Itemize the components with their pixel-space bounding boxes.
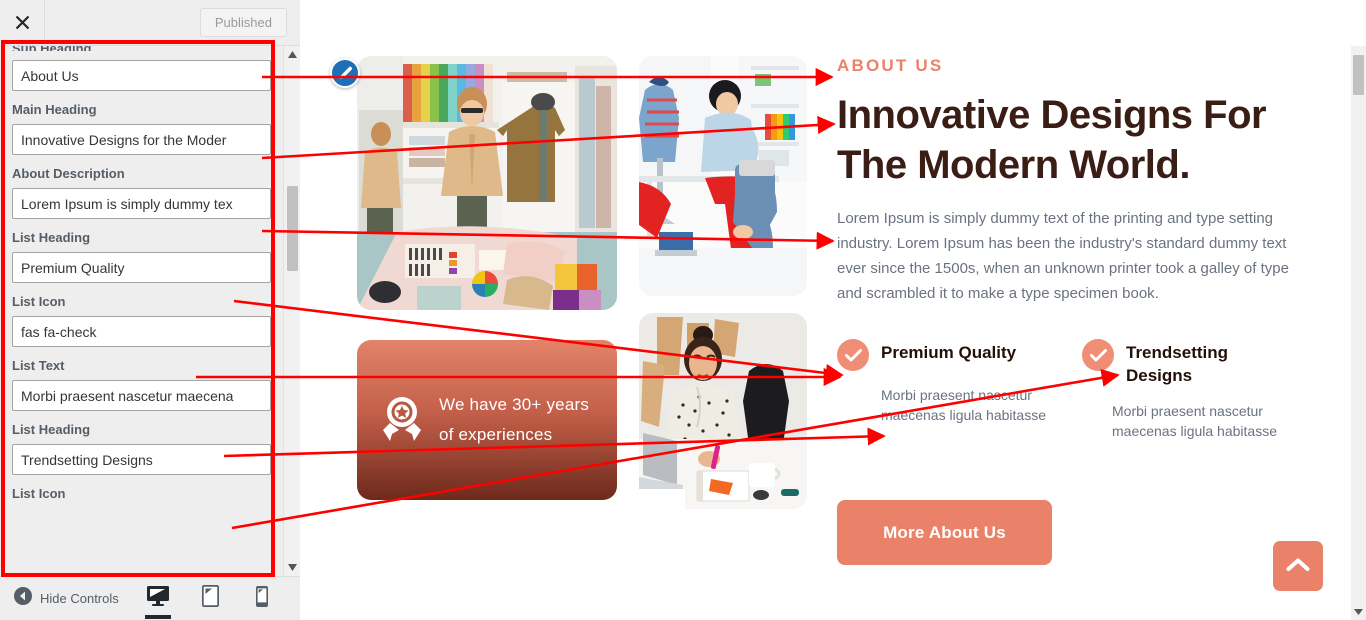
published-button[interactable]: Published (199, 8, 287, 37)
experience-badge-line1: We have 30+ years (439, 395, 590, 414)
feature-1-text: Morbi praesent nascetur maecenas ligula … (881, 387, 1046, 423)
feature-item-1: Premium Quality Morbi praesent nascetur … (837, 339, 1052, 441)
main-heading-label: Main Heading (12, 102, 97, 117)
experience-badge-line2: of experiences (439, 425, 553, 444)
customizer-scroll-area[interactable]: Sub Heading Main Heading About Descripti… (0, 46, 283, 576)
page-title: Innovative Designs For The Modern World. (837, 93, 1267, 187)
check-circle-icon (1082, 339, 1114, 371)
sub-heading-input[interactable] (12, 60, 271, 91)
mobile-icon (256, 585, 268, 612)
chevron-up-icon (1286, 557, 1310, 576)
page-scrollbar-cap (1351, 0, 1366, 46)
pencil-edit-icon[interactable] (330, 58, 360, 88)
hide-controls-label: Hide Controls (40, 591, 119, 606)
customizer-panel: Published Sub Heading Main Heading About… (0, 0, 300, 620)
list-icon-1-input[interactable] (12, 316, 271, 347)
back-to-top-button[interactable] (1273, 541, 1323, 591)
feature-2-title: Trendsetting Designs (1126, 343, 1229, 385)
check-circle-icon (837, 339, 869, 371)
award-ribbon-icon (381, 395, 423, 446)
device-tablet-button[interactable] (194, 579, 226, 619)
collapse-arrow-icon (14, 587, 32, 610)
list-heading-2-input[interactable] (12, 444, 271, 475)
customizer-bottombar: Hide Controls (0, 576, 300, 620)
customizer-fields: Sub Heading Main Heading About Descripti… (0, 46, 283, 502)
page-scrollbar-thumb[interactable] (1353, 55, 1364, 95)
feature-item-2: Trendsetting Designs Morbi praesent nasc… (1082, 339, 1297, 441)
about-image-3 (639, 313, 807, 509)
feature-1-title: Premium Quality (881, 343, 1017, 362)
close-icon[interactable] (0, 0, 45, 45)
page-scrollbar[interactable] (1351, 0, 1366, 620)
feature-2-header: Trendsetting Designs (1082, 339, 1297, 387)
scroll-up-arrow-icon[interactable] (284, 46, 301, 63)
scroll-down-arrow-icon[interactable] (284, 559, 301, 576)
experience-badge-card: We have 30+ years of experiences (357, 340, 617, 500)
site-preview: We have 30+ years of experiences ABOUT U… (301, 0, 1351, 620)
list-heading-1-label: List Heading (12, 230, 91, 245)
customizer-scrollbar[interactable] (283, 46, 300, 576)
section-eyebrow: ABOUT US (837, 56, 944, 75)
about-description-input[interactable] (12, 188, 271, 219)
list-heading-2-label: List Heading (12, 422, 91, 437)
customizer-scrollbar-thumb[interactable] (287, 186, 298, 271)
about-description-label: About Description (12, 166, 125, 181)
tablet-icon (201, 584, 219, 612)
screen-root: Published Sub Heading Main Heading About… (0, 0, 1366, 620)
about-content: ABOUT US Innovative Designs For The Mode… (837, 56, 1317, 441)
desktop-icon (147, 586, 169, 611)
about-image-1 (357, 56, 617, 310)
feature-list: Premium Quality Morbi praesent nascetur … (837, 339, 1317, 441)
device-mobile-button[interactable] (246, 579, 278, 619)
feature-2-text: Morbi praesent nascetur maecenas ligula … (1112, 403, 1277, 439)
about-description-text: Lorem Ipsum is simply dummy text of the … (837, 210, 1289, 302)
customizer-topbar: Published (0, 0, 300, 46)
feature-1-header: Premium Quality (837, 339, 1052, 371)
list-icon-2-label: List Icon (12, 486, 66, 501)
device-desktop-button[interactable] (142, 579, 174, 619)
list-text-1-label: List Text (12, 358, 65, 373)
more-about-us-button[interactable]: More About Us (837, 500, 1052, 565)
cut-off-field-label: Sub Heading (12, 46, 271, 51)
about-image-2 (639, 56, 807, 296)
list-text-1-input[interactable] (12, 380, 271, 411)
page-scroll-down-icon[interactable] (1351, 604, 1366, 619)
list-heading-1-input[interactable] (12, 252, 271, 283)
hide-controls-button[interactable]: Hide Controls (14, 587, 119, 610)
device-preview-switcher (142, 579, 278, 619)
experience-badge-text: We have 30+ years of experiences (439, 390, 589, 450)
main-heading-input[interactable] (12, 124, 271, 155)
list-icon-1-label: List Icon (12, 294, 66, 309)
